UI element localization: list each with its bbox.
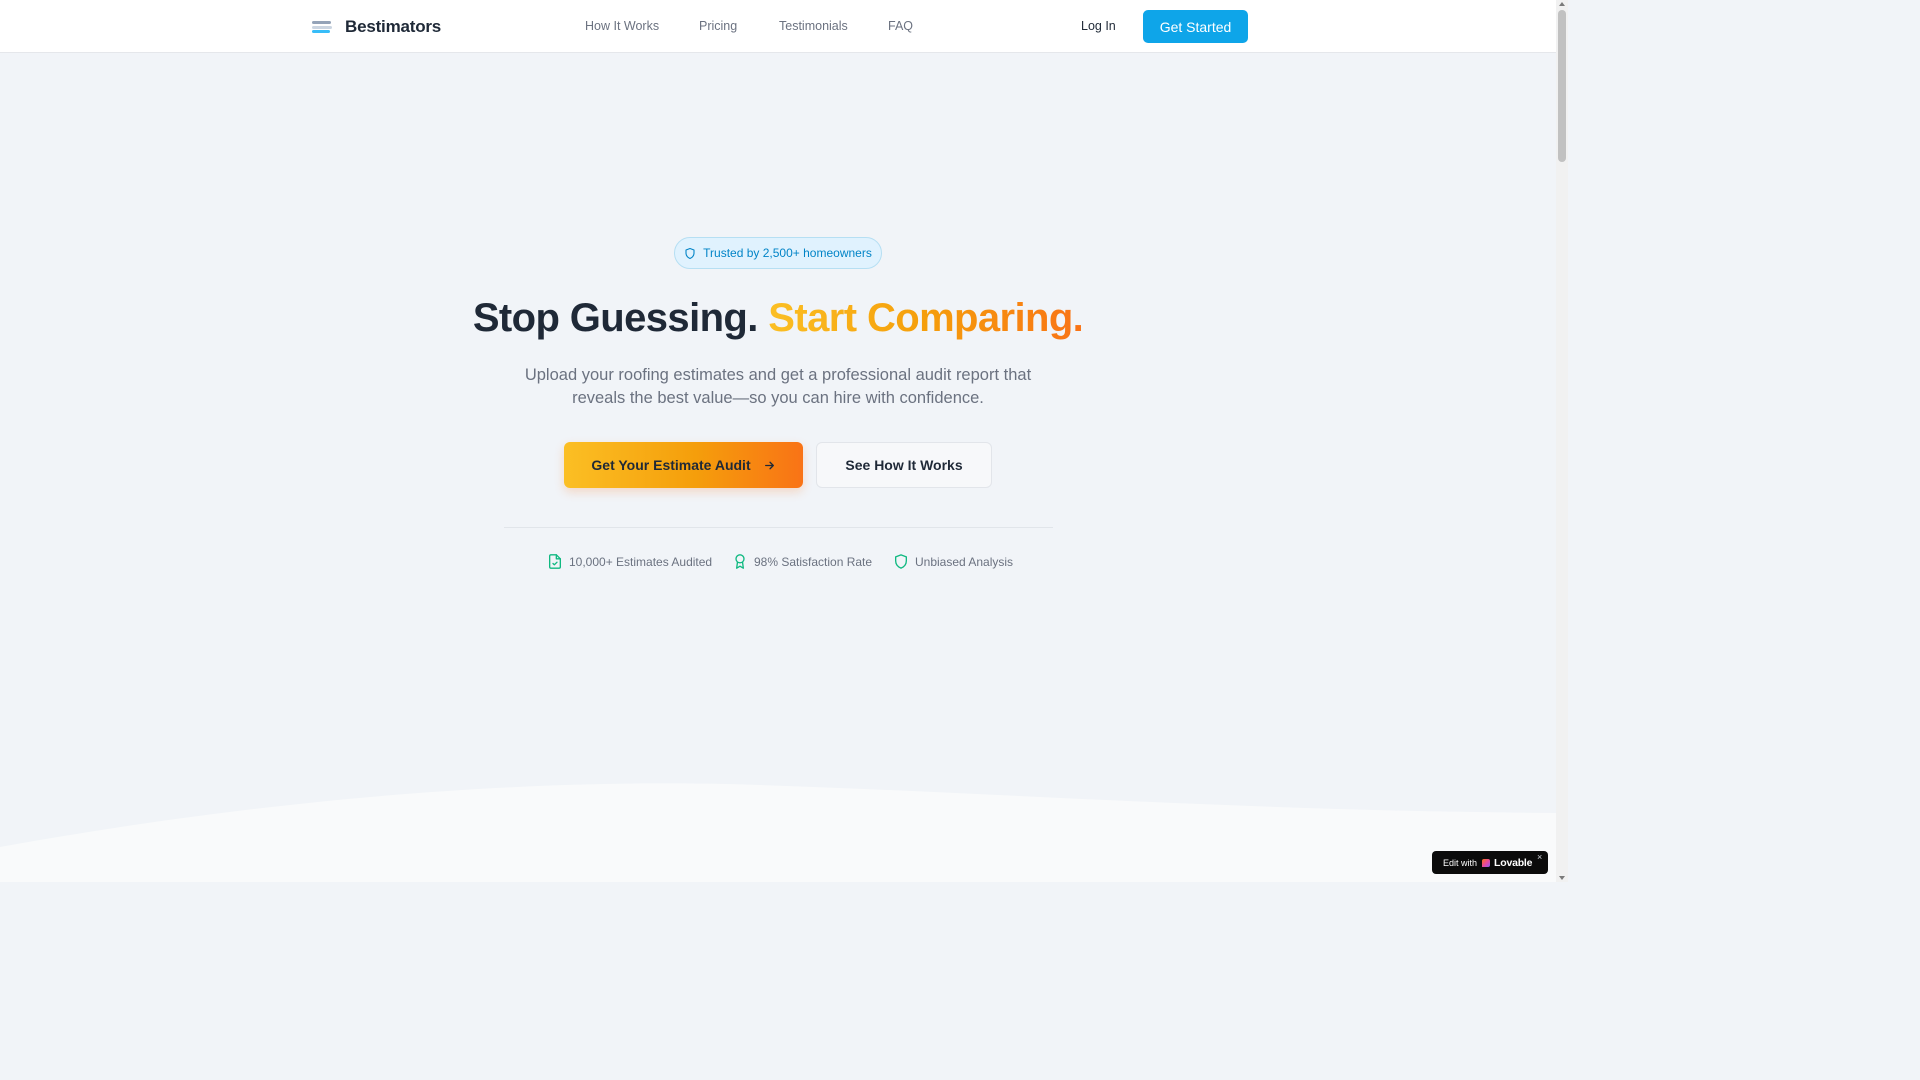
stat-estimates-audited: 10,000+ Estimates Audited bbox=[547, 553, 712, 570]
shield-icon bbox=[685, 247, 695, 259]
nav-faq[interactable]: FAQ bbox=[888, 19, 913, 33]
lovable-brand: Lovable bbox=[1494, 856, 1533, 869]
close-icon[interactable]: × bbox=[1537, 852, 1542, 862]
file-check-icon bbox=[549, 554, 561, 569]
stats-divider bbox=[504, 527, 1053, 528]
get-estimate-audit-label: Get Your Estimate Audit bbox=[591, 457, 751, 473]
login-link[interactable]: Log In bbox=[1081, 19, 1116, 33]
edit-with-lovable-badge[interactable]: Edit with Lovable bbox=[1432, 851, 1548, 874]
scroll-down-arrow-icon[interactable] bbox=[1559, 876, 1565, 880]
trust-badge-text: Trusted by 2,500+ homeowners bbox=[703, 246, 872, 260]
lovable-heart-icon bbox=[1482, 858, 1491, 867]
vertical-scrollbar[interactable] bbox=[1556, 0, 1568, 882]
brand-name: Bestimators bbox=[345, 17, 442, 36]
get-started-button[interactable]: Get Started bbox=[1143, 10, 1248, 43]
headline-accent: Start Comparing. bbox=[768, 296, 1084, 340]
nav-how-it-works[interactable]: How It Works bbox=[585, 19, 659, 33]
award-icon bbox=[735, 554, 745, 569]
scroll-up-arrow-icon[interactable] bbox=[1559, 2, 1565, 6]
stat-label: Unbiased Analysis bbox=[915, 554, 1014, 569]
hero-wave-divider bbox=[0, 783, 1556, 882]
logo-icon bbox=[312, 19, 334, 35]
stat-unbiased-analysis: Unbiased Analysis bbox=[893, 553, 1013, 570]
stat-satisfaction-rate: 98% Satisfaction Rate bbox=[732, 553, 872, 570]
top-navbar: Bestimators How It Works Pricing Testimo… bbox=[0, 0, 1556, 53]
page: Bestimators How It Works Pricing Testimo… bbox=[0, 0, 1556, 882]
shield-icon bbox=[895, 554, 907, 569]
see-how-it-works-button[interactable]: See How It Works bbox=[816, 442, 992, 488]
nav-pricing[interactable]: Pricing bbox=[699, 19, 737, 33]
stat-label: 10,000+ Estimates Audited bbox=[569, 554, 713, 569]
trust-badge: Trusted by 2,500+ homeowners bbox=[674, 237, 882, 269]
get-estimate-audit-button[interactable]: Get Your Estimate Audit bbox=[564, 442, 803, 488]
headline-dark: Stop Guessing. bbox=[472, 296, 759, 340]
lovable-prefix: Edit with bbox=[1443, 857, 1478, 868]
nav-testimonials[interactable]: Testimonials bbox=[779, 19, 848, 33]
brand-logo[interactable]: Bestimators bbox=[312, 17, 441, 37]
scrollbar-thumb[interactable] bbox=[1558, 10, 1566, 162]
stat-label: 98% Satisfaction Rate bbox=[754, 554, 873, 569]
hero-subtext: Upload your roofing estimates and get a … bbox=[524, 366, 1032, 407]
arrow-right-icon bbox=[764, 461, 774, 469]
hero-headline: Stop Guessing. Start Comparing. bbox=[0, 296, 1556, 341]
